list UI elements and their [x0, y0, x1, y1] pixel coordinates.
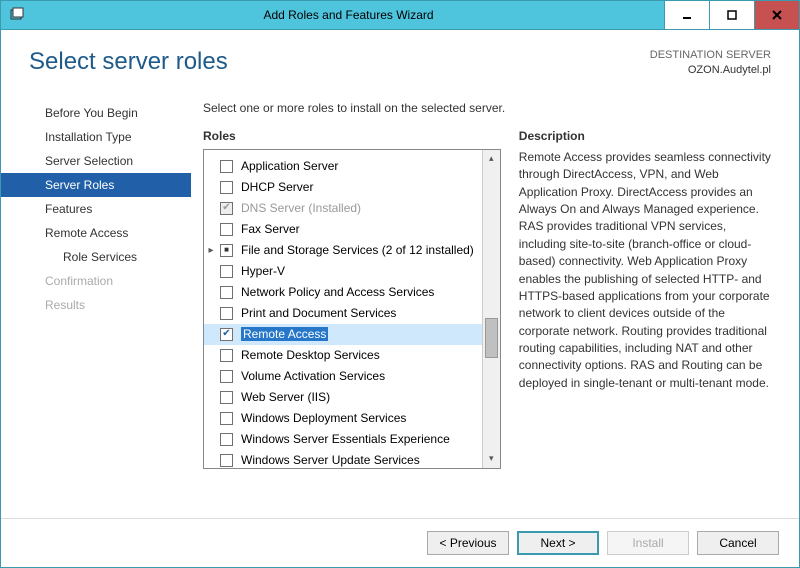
- role-row[interactable]: Remote Access: [204, 324, 482, 345]
- main-panel: Select one or more roles to install on t…: [191, 87, 799, 518]
- scroll-down-button[interactable]: ▾: [483, 450, 500, 468]
- next-button[interactable]: Next >: [517, 531, 599, 555]
- roles-column: Roles Application Server DHCP Server DNS S…: [203, 129, 501, 518]
- role-row[interactable]: ▸ File and Storage Services (2 of 12 inst…: [204, 240, 482, 261]
- role-label: Network Policy and Access Services: [241, 285, 434, 299]
- role-row: DNS Server (Installed): [204, 198, 482, 219]
- role-row[interactable]: Windows Server Update Services: [204, 450, 482, 468]
- page-title: Select server roles: [29, 48, 228, 76]
- role-row[interactable]: Network Policy and Access Services: [204, 282, 482, 303]
- role-label: Web Server (IIS): [241, 390, 330, 404]
- scroll-up-button[interactable]: ▴: [483, 150, 500, 168]
- role-checkbox[interactable]: [220, 391, 233, 404]
- roles-listbox: Application Server DHCP Server DNS Server …: [203, 149, 501, 469]
- role-label: Windows Server Essentials Experience: [241, 432, 450, 446]
- role-row[interactable]: Remote Desktop Services: [204, 345, 482, 366]
- scroll-track[interactable]: [483, 168, 500, 450]
- scrollbar[interactable]: ▴ ▾: [482, 150, 500, 468]
- description-text: Remote Access provides seamless connecti…: [519, 149, 777, 392]
- window-controls: [664, 1, 799, 29]
- destination-value: OZON.Audytel.pl: [650, 63, 771, 78]
- role-label: Hyper-V: [241, 264, 285, 278]
- role-label: Remote Access: [241, 327, 328, 341]
- role-checkbox[interactable]: [220, 244, 233, 257]
- maximize-button[interactable]: [709, 1, 754, 29]
- role-checkbox[interactable]: [220, 160, 233, 173]
- role-row[interactable]: Web Server (IIS): [204, 387, 482, 408]
- role-row[interactable]: DHCP Server: [204, 177, 482, 198]
- role-checkbox[interactable]: [220, 223, 233, 236]
- roles-heading: Roles: [203, 129, 501, 143]
- role-checkbox: [220, 202, 233, 215]
- description-heading: Description: [519, 129, 777, 143]
- description-column: Description Remote Access provides seaml…: [519, 129, 777, 518]
- install-button: Install: [607, 531, 689, 555]
- role-row[interactable]: Volume Activation Services: [204, 366, 482, 387]
- role-row[interactable]: Hyper-V: [204, 261, 482, 282]
- app-icon: [9, 7, 25, 23]
- role-label: Application Server: [241, 159, 338, 173]
- window-body: Select server roles DESTINATION SERVER O…: [0, 30, 800, 568]
- role-checkbox[interactable]: [220, 307, 233, 320]
- titlebar: Add Roles and Features Wizard: [0, 0, 800, 30]
- role-label: Windows Server Update Services: [241, 453, 420, 467]
- role-label: Remote Desktop Services: [241, 348, 380, 362]
- sidebar-item-role-services[interactable]: Role Services: [1, 245, 191, 269]
- sidebar-item-server-roles[interactable]: Server Roles: [1, 173, 191, 197]
- role-checkbox[interactable]: [220, 349, 233, 362]
- sidebar-item-before-you-begin[interactable]: Before You Begin: [1, 101, 191, 125]
- destination-block: DESTINATION SERVER OZON.Audytel.pl: [650, 48, 771, 79]
- role-label: File and Storage Services (2 of 12 insta…: [241, 243, 474, 257]
- sidebar-item-installation-type[interactable]: Installation Type: [1, 125, 191, 149]
- destination-label: DESTINATION SERVER: [650, 48, 771, 63]
- role-row[interactable]: Windows Server Essentials Experience: [204, 429, 482, 450]
- role-label: Volume Activation Services: [241, 369, 385, 383]
- role-checkbox[interactable]: [220, 286, 233, 299]
- content: Before You BeginInstallation TypeServer …: [1, 87, 799, 518]
- roles-list[interactable]: Application Server DHCP Server DNS Server …: [204, 150, 482, 468]
- role-checkbox[interactable]: [220, 370, 233, 383]
- role-label: DHCP Server: [241, 180, 313, 194]
- sidebar-item-remote-access[interactable]: Remote Access: [1, 221, 191, 245]
- window-title: Add Roles and Features Wizard: [33, 8, 664, 22]
- role-checkbox[interactable]: [220, 454, 233, 467]
- role-row[interactable]: Fax Server: [204, 219, 482, 240]
- role-row[interactable]: Windows Deployment Services: [204, 408, 482, 429]
- role-row[interactable]: Print and Document Services: [204, 303, 482, 324]
- role-checkbox[interactable]: [220, 412, 233, 425]
- cancel-button[interactable]: Cancel: [697, 531, 779, 555]
- sidebar-item-features[interactable]: Features: [1, 197, 191, 221]
- role-checkbox[interactable]: [220, 265, 233, 278]
- role-label: Fax Server: [241, 222, 300, 236]
- wizard-steps-sidebar: Before You BeginInstallation TypeServer …: [1, 87, 191, 518]
- sidebar-item-confirmation: Confirmation: [1, 269, 191, 293]
- header: Select server roles DESTINATION SERVER O…: [1, 30, 799, 87]
- sidebar-item-server-selection[interactable]: Server Selection: [1, 149, 191, 173]
- role-row[interactable]: Application Server: [204, 156, 482, 177]
- close-button[interactable]: [754, 1, 799, 29]
- role-label: DNS Server (Installed): [241, 201, 361, 215]
- role-checkbox[interactable]: [220, 433, 233, 446]
- role-label: Print and Document Services: [241, 306, 396, 320]
- role-checkbox[interactable]: [220, 328, 233, 341]
- role-label: Windows Deployment Services: [241, 411, 406, 425]
- intro-text: Select one or more roles to install on t…: [203, 101, 777, 115]
- role-checkbox[interactable]: [220, 181, 233, 194]
- button-bar: < Previous Next > Install Cancel: [1, 518, 799, 567]
- main-columns: Roles Application Server DHCP Server DNS S…: [203, 129, 777, 518]
- sidebar-item-results: Results: [1, 293, 191, 317]
- minimize-button[interactable]: [664, 1, 709, 29]
- scroll-thumb[interactable]: [485, 318, 498, 358]
- previous-button[interactable]: < Previous: [427, 531, 509, 555]
- expand-icon[interactable]: ▸: [204, 245, 218, 256]
